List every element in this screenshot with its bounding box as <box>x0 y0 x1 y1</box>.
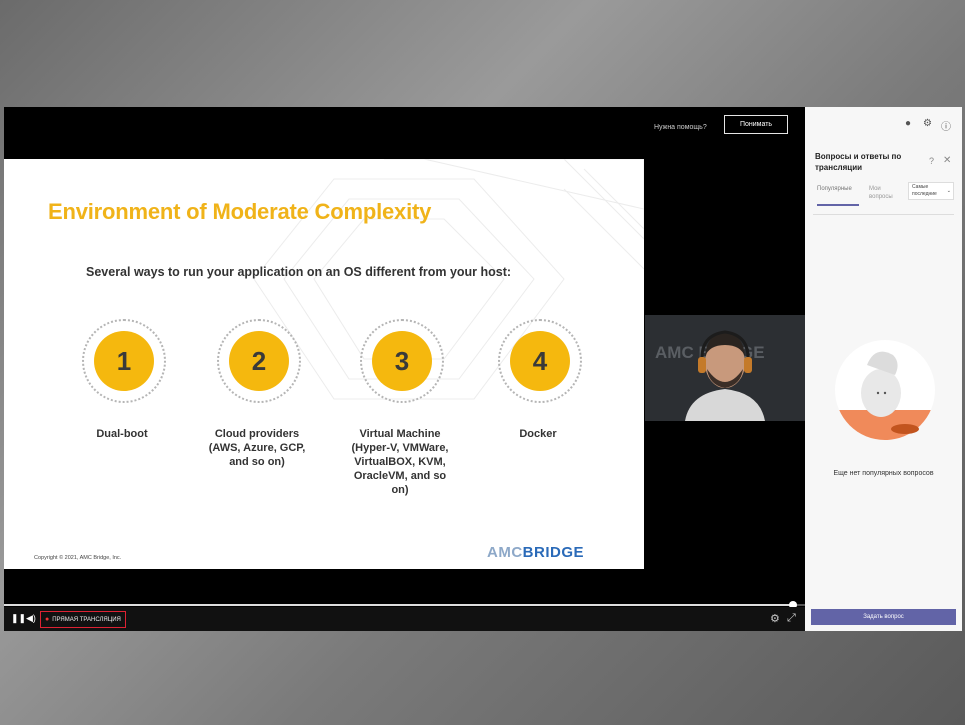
progress-bar[interactable] <box>4 601 805 609</box>
help-link[interactable]: Нужна помощь? <box>654 124 707 131</box>
tab-my-questions[interactable]: Мои вопросы <box>869 185 903 201</box>
empty-state-text: Еще нет популярных вопросов <box>833 470 934 477</box>
live-dot-icon: ● <box>45 616 50 623</box>
slide-subtitle: Several ways to run your application on … <box>86 265 512 279</box>
understand-button[interactable]: Понимать <box>724 115 788 134</box>
way-3-number: 3 <box>372 331 432 391</box>
ask-question-button[interactable]: Задать вопрос <box>811 609 956 625</box>
slide-copyright: Copyright © 2021, AMC Bridge, Inc. <box>34 555 122 561</box>
help-icon[interactable]: ? <box>929 156 934 166</box>
people-icon[interactable]: ● <box>905 118 911 129</box>
live-event-window: Нужна помощь? Понимать Environment of Mo… <box>4 107 962 631</box>
way-3-label: Virtual Machine (Hyper-V, VMWare, Virtua… <box>351 428 449 496</box>
close-icon[interactable]: ✕ <box>943 155 951 166</box>
sort-label: Самые последние <box>912 184 937 197</box>
gear-icon[interactable]: ⚙ <box>770 612 780 625</box>
way-4-badge: 4 <box>498 319 582 403</box>
way-1-label: Dual-boot <box>96 428 148 440</box>
logo-amc-text: AMC <box>487 544 523 561</box>
progress-fill <box>4 604 793 606</box>
presenter-figure <box>685 330 765 421</box>
sort-dropdown[interactable]: Самые последние ⌄ <box>908 182 954 200</box>
way-2-badge: 2 <box>217 319 301 403</box>
live-badge: ● ПРЯМАЯ ТРАНСЛЯЦИЯ <box>40 611 126 628</box>
volume-icon[interactable]: ◀) <box>26 613 36 624</box>
panel-title: Вопросы и ответы по трансляции <box>815 152 902 172</box>
way-2-number: 2 <box>229 331 289 391</box>
qa-side-panel: ● ⚙ ⓘ Вопросы и ответы по трансляции ? ✕… <box>805 107 962 631</box>
logo-bridge-text: BRIDGE <box>522 544 585 561</box>
way-3-badge: 3 <box>360 319 444 403</box>
gear-icon[interactable]: ⚙ <box>923 118 932 129</box>
slide-title: Environment of Moderate Complexity <box>48 199 432 224</box>
divider <box>813 214 954 215</box>
pause-icon[interactable]: ❚❚ <box>11 613 26 624</box>
amc-bridge-logo: AMCBRIDGE <box>487 544 584 561</box>
tab-popular[interactable]: Популярные <box>817 185 861 193</box>
way-1-number: 1 <box>94 331 154 391</box>
empty-state-illustration <box>835 340 935 440</box>
way-2-label: Cloud providers (AWS, Azure, GCP, and so… <box>208 428 306 468</box>
chevron-down-icon: ⌄ <box>946 188 951 194</box>
expand-icon[interactable]: ⤢ <box>787 612 796 625</box>
player-controls: ❚❚ ◀) ● ПРЯМАЯ ТРАНСЛЯЦИЯ ⚙ ⤢ <box>4 607 805 631</box>
presenter-webcam: AMC BRIDGE <box>645 315 805 421</box>
presentation-slide: Environment of Moderate Complexity Sever… <box>4 159 644 569</box>
info-icon[interactable]: ⓘ <box>941 118 951 133</box>
active-tab-indicator <box>817 204 859 206</box>
live-label: ПРЯМАЯ ТРАНСЛЯЦИЯ <box>52 616 121 623</box>
way-1-badge: 1 <box>82 319 166 403</box>
way-4-label: Docker <box>519 428 557 440</box>
top-bar: Нужна помощь? Понимать <box>4 107 805 159</box>
way-4-number: 4 <box>510 331 570 391</box>
